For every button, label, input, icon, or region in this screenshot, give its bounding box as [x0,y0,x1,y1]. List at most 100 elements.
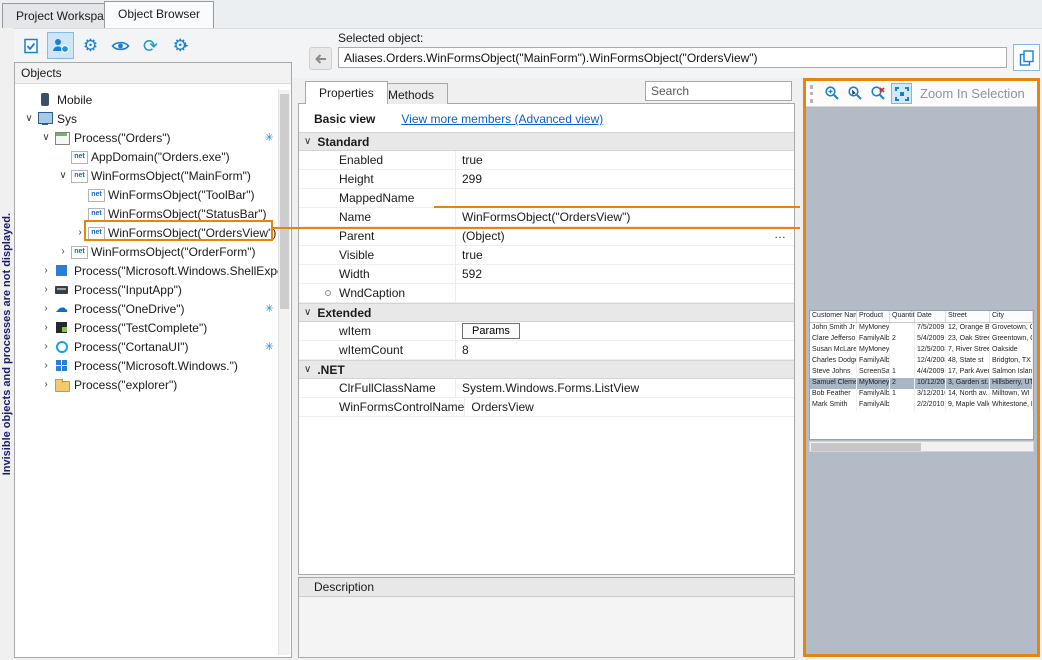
tree-item-label: WinFormsObject("MainForm") [91,169,251,183]
tree-item[interactable]: ›Process("OneDrive")✳ [15,299,278,318]
highlight-target-icon[interactable]: ✳ [265,302,274,315]
property-name: WndCaption [339,286,405,300]
tree-item[interactable]: ›Process("explorer") [15,375,278,394]
filter-settings-icon[interactable]: ⚙▸ [167,32,194,59]
property-row[interactable]: Height299 [299,170,794,189]
settings-icon[interactable]: ⚙ [77,32,104,59]
expand-arrow-icon[interactable]: › [38,341,54,352]
property-group-header[interactable]: ∨Standard [299,132,794,151]
preview-cell: FamilyAlbum [857,400,890,411]
object-spy-icon[interactable] [47,32,74,59]
property-row[interactable]: WndCaption [299,284,794,303]
property-row[interactable]: MappedName [299,189,794,208]
tree-item-label: Process("TestComplete") [74,321,207,335]
collapse-arrow-icon[interactable]: ∨ [304,307,311,318]
expand-arrow-icon[interactable]: › [38,360,54,371]
property-row[interactable]: wItemParams [299,322,794,341]
property-row[interactable]: wItemCount8 [299,341,794,360]
preview-cell: Whitestone, Brita [990,400,1033,411]
tree-item[interactable]: AppDomain("Orders.exe") [15,147,278,166]
fit-selection-icon[interactable] [891,83,912,104]
tree-item[interactable]: › Process("TestComplete") [15,318,278,337]
params-button[interactable]: Params [462,323,520,339]
expand-arrow-icon[interactable]: › [55,246,71,257]
show-objects-icon[interactable] [17,32,44,59]
highlight-target-icon[interactable]: ✳ [265,340,274,353]
property-row[interactable]: ClrFullClassNameSystem.Windows.Forms.Lis… [299,379,794,398]
collapse-arrow-icon[interactable]: ∨ [21,113,37,124]
collapse-arrow-icon[interactable]: ∨ [38,132,54,143]
selected-object-input[interactable] [338,47,1007,68]
tree-item[interactable]: ∨Process("Orders")✳ [15,128,278,147]
property-row[interactable]: Visibletrue [299,246,794,265]
tab-object-browser[interactable]: Object Browser [104,1,214,28]
preview-cell: 5/4/2009 [915,334,946,345]
property-group-header[interactable]: ∨.NET [299,360,794,379]
objects-tree: Mobile∨Sys∨Process("Orders")✳AppDomain("… [15,90,278,655]
zoom-in-icon[interactable] [822,83,843,104]
highlight-on-screen-icon[interactable] [107,32,134,59]
preview-cell: Bob Feather [810,389,857,400]
preview-cell: 1 [890,389,915,400]
refresh-icon[interactable]: ⟳ [137,32,164,59]
expand-arrow-icon[interactable]: › [38,322,54,333]
property-row[interactable]: WinFormsControlNameOrdersView [299,398,794,417]
tree-item[interactable]: › Process("InputApp") [15,280,278,299]
property-row[interactable]: Enabledtrue [299,151,794,170]
tree-item[interactable]: ›Process("Microsoft.Windows.") [15,356,278,375]
preview-column-header: City [990,311,1033,322]
expand-arrow-icon[interactable]: › [38,303,54,314]
preview-horizontal-scrollbar[interactable] [809,441,1034,452]
advanced-view-link[interactable]: View more members (Advanced view) [401,112,603,126]
preview-cell: Susan McLaren [810,345,857,356]
preview-row: Bob FeatherFamilyAlbum13/12/201014, Nort… [810,389,1033,400]
invisible-objects-note-text: Invisible objects and processes are not … [1,213,13,475]
tree-scrollbar-thumb[interactable] [280,94,289,309]
tree-item[interactable]: ∨ WinFormsObject("MainForm") [15,166,278,185]
preview-cell: MyMoney [857,378,890,389]
tree-item[interactable]: WinFormsObject("StatusBar") [15,204,278,223]
preview-cell: 48, State st [946,356,990,367]
ellipsis-button[interactable]: … [774,227,786,241]
property-row[interactable]: NameWinFormsObject("OrdersView") [299,208,794,227]
description-panel: Description [298,577,795,658]
description-header: Description [299,578,794,597]
tree-item[interactable]: ›WinFormsObject("OrderForm") [15,242,278,261]
preview-cell: 12/5/2008 [915,345,946,356]
preview-cell: Steve Johns [810,367,857,378]
expand-arrow-icon[interactable]: › [38,284,54,295]
property-value: System.Windows.Forms.ListView [462,381,639,395]
zoom-toolbar: Zoom In Selection [806,81,1037,107]
collapse-arrow-icon[interactable]: ∨ [55,170,71,181]
property-name: Visible [339,248,374,262]
tree-item[interactable]: ∨Sys [15,109,278,128]
tree-item-label: Process("InputApp") [74,283,182,297]
tree-item[interactable]: WinFormsObject("ToolBar") [15,185,278,204]
preview-cell: 2 [890,334,915,345]
expand-arrow-icon[interactable]: › [38,379,54,390]
preview-scrollbar-thumb[interactable] [811,443,921,451]
copy-object-name-button[interactable] [1013,44,1040,71]
expand-arrow-icon[interactable]: › [38,265,54,276]
tree-item[interactable]: ›WinFormsObject("OrdersView") [15,223,278,242]
tree-item[interactable]: ›Process("Microsoft.Windows.ShellExperie… [15,261,278,280]
tree-vertical-scrollbar[interactable] [278,90,290,655]
zoom-off-icon[interactable] [868,83,889,104]
tree-item[interactable]: ›Process("CortanaUI")✳ [15,337,278,356]
zoom-pointer-icon[interactable] [845,83,866,104]
collapse-arrow-icon[interactable]: ∨ [304,364,311,375]
back-button[interactable] [309,47,332,70]
property-name: Width [339,267,370,281]
tree-item[interactable]: Mobile [15,90,278,109]
objects-panel: Objects Mobile∨Sys∨Process("Orders")✳App… [14,62,292,658]
highlight-target-icon[interactable]: ✳ [265,131,274,144]
tab-properties[interactable]: Properties [305,81,388,104]
property-group-header[interactable]: ∨Extended [299,303,794,322]
preview-cell: FamilyAlbum [857,334,890,345]
property-row[interactable]: Parent(Object)… [299,227,794,246]
property-row[interactable]: Width592 [299,265,794,284]
search-input[interactable] [646,84,811,98]
property-name: Height [339,172,374,186]
collapse-arrow-icon[interactable]: ∨ [304,136,311,147]
expand-arrow-icon[interactable]: › [72,227,88,238]
